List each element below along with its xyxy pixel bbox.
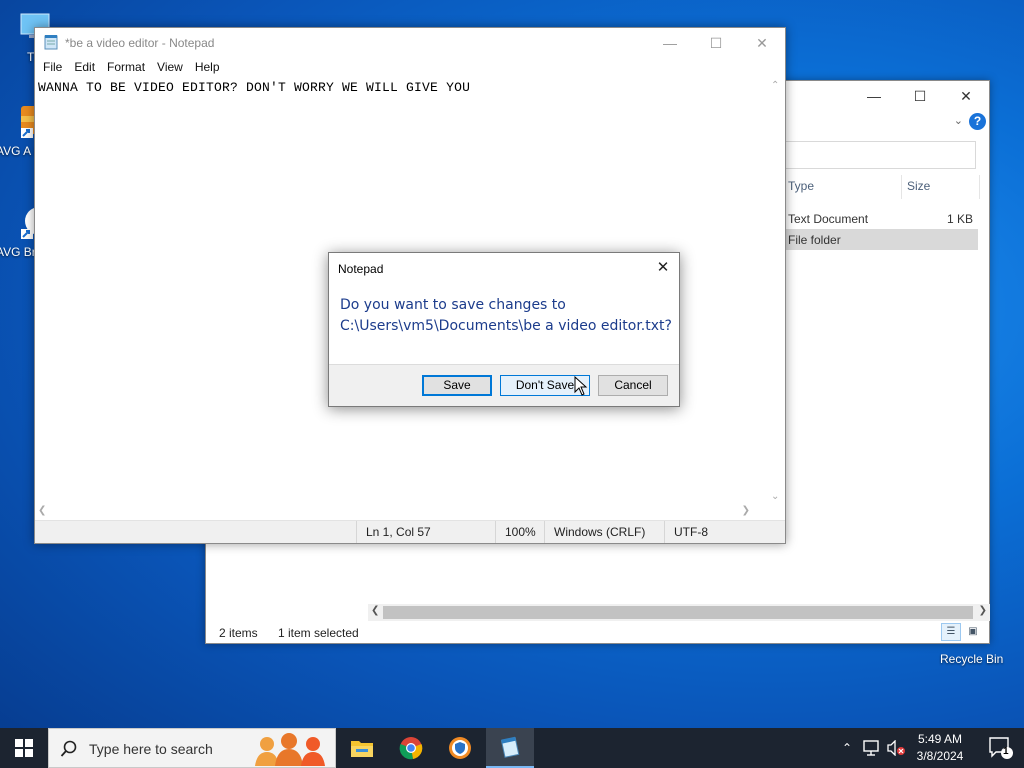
folder-icon: [351, 741, 373, 757]
scroll-right-icon[interactable]: ❯: [979, 605, 987, 616]
save-button[interactable]: Save: [422, 375, 492, 396]
clock-date: 3/8/2024: [916, 749, 964, 763]
minimize-icon[interactable]: —: [647, 28, 693, 58]
network-status-icon: [863, 740, 879, 756]
taskbar-search-box[interactable]: Type here to search: [48, 728, 336, 768]
file-row-selected[interactable]: File folder: [784, 229, 978, 250]
encoding: UTF-8: [664, 521, 786, 543]
dialog-message-path: C:\Users\vm5\Documents\be a video editor…: [340, 318, 672, 334]
view-buttons: ☰ ▣: [941, 623, 983, 641]
column-header-type[interactable]: Type: [788, 179, 814, 193]
scroll-down-icon[interactable]: ⌄: [771, 491, 779, 502]
action-center-button[interactable]: 1: [988, 736, 1014, 760]
cancel-button[interactable]: Cancel: [598, 375, 668, 396]
mouse-cursor-icon: [574, 376, 588, 396]
dialog-footer: Save Don't Save Cancel: [329, 364, 679, 406]
desktop-icon-recycle-bin[interactable]: Recycle Bin: [940, 652, 1003, 666]
network-icon[interactable]: [860, 728, 882, 768]
taskbar-avg-browser[interactable]: [436, 728, 484, 768]
explorer-search-input[interactable]: [776, 141, 976, 169]
selection-count: 1 item selected: [278, 626, 359, 640]
minimize-icon[interactable]: —: [851, 81, 897, 111]
notepad-title-bar[interactable]: *be a video editor - Notepad — ☐ ✕: [35, 28, 785, 58]
speaker-muted-icon: [887, 740, 905, 756]
zoom-level: 100%: [495, 521, 536, 543]
file-row[interactable]: Text Document 1 KB: [784, 208, 978, 229]
clock-time: 5:49 AM: [917, 732, 963, 746]
maximize-icon[interactable]: ☐: [693, 28, 739, 58]
file-type: File folder: [788, 233, 841, 247]
explorer-horizontal-scrollbar[interactable]: ❮ ❯: [368, 604, 990, 621]
taskbar: Type here to search ⌃ 5:49 AM 3/8/2024 1: [0, 728, 1024, 768]
large-icons-view-icon[interactable]: ▣: [963, 623, 983, 641]
windows-logo-icon: [15, 739, 33, 757]
menu-format[interactable]: Format: [101, 58, 151, 78]
notepad-horizontal-scrollbar[interactable]: ❮ ❯: [35, 504, 770, 521]
line-ending: Windows (CRLF): [544, 521, 645, 543]
notepad-menu-bar: File Edit Format View Help: [35, 58, 226, 78]
notepad-vertical-scrollbar[interactable]: ⌃ ⌄: [768, 78, 785, 504]
chrome-icon: [399, 737, 423, 760]
recycle-bin-label: Recycle Bin: [940, 652, 1004, 666]
close-icon[interactable]: ✕: [647, 253, 679, 281]
taskbar-clock[interactable]: 5:49 AM 3/8/2024: [904, 731, 976, 765]
cursor-position: Ln 1, Col 57: [356, 521, 431, 543]
item-count: 2 items: [219, 626, 258, 640]
explorer-status-bar: 2 items 1 item selected ☰ ▣: [206, 621, 989, 643]
notepad-icon: [500, 736, 520, 758]
search-icon: [60, 740, 77, 757]
close-icon[interactable]: ✕: [739, 28, 785, 58]
tray-overflow-chevron[interactable]: ⌃: [838, 728, 856, 768]
taskbar-notepad[interactable]: [486, 728, 534, 768]
window-title: *be a video editor - Notepad: [65, 36, 215, 50]
dialog-message: Do you want to save changes to C:\Users\…: [340, 295, 675, 337]
column-separator[interactable]: [901, 175, 902, 199]
explorer-caption-buttons: — ☐ ✕: [851, 81, 989, 111]
details-view-icon[interactable]: ☰: [941, 623, 961, 641]
close-icon[interactable]: ✕: [943, 81, 989, 111]
start-button[interactable]: [0, 728, 48, 768]
notepad-icon: [44, 35, 58, 50]
save-changes-dialog[interactable]: Notepad ✕ Do you want to save changes to…: [328, 252, 680, 407]
column-separator[interactable]: [979, 175, 980, 199]
menu-edit[interactable]: Edit: [68, 58, 101, 78]
menu-view[interactable]: View: [151, 58, 189, 78]
dialog-title: Notepad: [338, 262, 384, 276]
scroll-up-icon[interactable]: ⌃: [771, 80, 779, 91]
menu-help[interactable]: Help: [189, 58, 226, 78]
scroll-right-icon[interactable]: ❯: [742, 505, 750, 516]
menu-file[interactable]: File: [37, 58, 68, 78]
chevron-down-icon[interactable]: ⌄: [954, 114, 963, 127]
notepad-status-bar: Ln 1, Col 57 100% Windows (CRLF) UTF-8: [35, 520, 785, 543]
help-icon[interactable]: ?: [969, 113, 986, 130]
file-size: 1 KB: [946, 212, 973, 226]
taskbar-file-explorer[interactable]: [338, 728, 386, 768]
dialog-message-line: Do you want to save changes to: [340, 297, 566, 313]
file-type: Text Document: [788, 212, 869, 226]
notepad-caption-buttons: — ☐ ✕: [647, 28, 785, 58]
scroll-thumb[interactable]: [383, 606, 973, 619]
avg-secure-browser-icon: [449, 737, 471, 759]
taskbar-chrome[interactable]: [387, 728, 435, 768]
search-highlight-illustration-icon: [255, 733, 325, 766]
scroll-left-icon[interactable]: ❮: [371, 605, 379, 616]
search-placeholder: Type here to search: [89, 741, 213, 757]
notification-icon: [989, 737, 1013, 759]
notification-count: 1: [1003, 746, 1009, 757]
scroll-left-icon[interactable]: ❮: [38, 505, 46, 516]
maximize-icon[interactable]: ☐: [897, 81, 943, 111]
column-header-size[interactable]: Size: [907, 179, 930, 193]
